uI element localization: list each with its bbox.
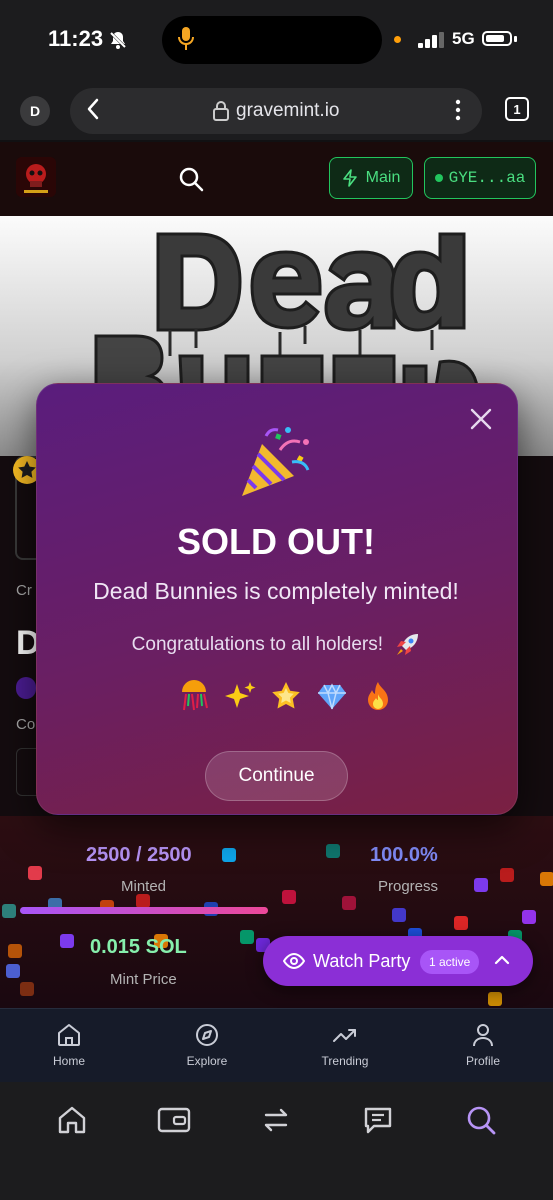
mint-price-value: 0.015 SOL bbox=[90, 936, 187, 958]
browser-search-icon[interactable] bbox=[465, 1104, 497, 1136]
confetti-piece bbox=[136, 894, 150, 908]
confetti-piece bbox=[240, 930, 254, 944]
dynamic-island bbox=[162, 16, 382, 64]
skull-logo-icon bbox=[16, 157, 56, 197]
browser-toolbar bbox=[0, 1082, 553, 1200]
network-type: 5G bbox=[452, 29, 475, 48]
confetti-piece bbox=[326, 844, 340, 858]
confetti-piece bbox=[522, 910, 536, 924]
network-main-button[interactable]: Main bbox=[329, 157, 413, 199]
wallet-card-icon[interactable] bbox=[157, 1104, 191, 1136]
site-logo[interactable] bbox=[16, 157, 56, 197]
progress-label: Progress bbox=[378, 878, 439, 895]
sparkles-icon bbox=[225, 682, 256, 708]
trending-icon bbox=[333, 1029, 356, 1042]
battery-icon bbox=[482, 31, 512, 46]
modal-title: SOLD OUT! bbox=[177, 521, 375, 562]
glowing-star-icon bbox=[272, 682, 300, 709]
nav-explore-label: Explore bbox=[186, 1054, 228, 1068]
progress-value: 100.0% bbox=[370, 844, 438, 866]
search-icon[interactable] bbox=[178, 166, 204, 192]
swap-arrows-icon[interactable] bbox=[260, 1104, 292, 1136]
watch-party-badge: 1 active bbox=[420, 950, 480, 974]
party-popper-icon bbox=[242, 427, 310, 496]
browser-home-icon[interactable] bbox=[56, 1104, 88, 1136]
url-text[interactable]: gravemint.io bbox=[236, 100, 340, 122]
fire-icon bbox=[368, 682, 388, 710]
confetti-piece bbox=[6, 964, 20, 978]
home-icon bbox=[58, 1024, 80, 1046]
confetti-piece bbox=[20, 982, 34, 996]
network-main-label: Main bbox=[365, 169, 401, 186]
mint-price-label: Mint Price bbox=[110, 971, 177, 988]
tabs-button[interactable]: 1 bbox=[505, 97, 529, 121]
modal-congrats-line: Congratulations to all holders! bbox=[36, 632, 516, 658]
confetti-piece bbox=[28, 866, 42, 880]
confetti-piece bbox=[392, 908, 406, 922]
chevron-up-icon[interactable] bbox=[493, 951, 511, 969]
battery-tip bbox=[514, 36, 517, 42]
more-menu-icon[interactable] bbox=[450, 98, 466, 122]
confetti-piece bbox=[282, 890, 296, 904]
confetti-piece bbox=[540, 872, 553, 886]
confetti-piece bbox=[474, 878, 488, 892]
microphone-icon bbox=[178, 27, 194, 50]
confetti-piece bbox=[60, 934, 74, 948]
watch-party-label: Watch Party bbox=[313, 951, 411, 971]
bell-muted-icon bbox=[108, 30, 128, 50]
nav-home[interactable]: Home bbox=[24, 1022, 114, 1068]
progress-fill bbox=[20, 907, 268, 914]
nav-trending[interactable]: Trending bbox=[300, 1022, 390, 1068]
nav-trending-label: Trending bbox=[321, 1054, 369, 1068]
nav-home-label: Home bbox=[52, 1054, 85, 1068]
collection-label: Co bbox=[16, 716, 36, 733]
close-icon[interactable] bbox=[468, 406, 494, 432]
wallet-address: GYE...aa bbox=[448, 169, 526, 187]
continue-button[interactable]: Continue bbox=[205, 751, 348, 801]
confetti-piece bbox=[454, 916, 468, 930]
chat-icon[interactable] bbox=[362, 1104, 394, 1136]
gem-icon bbox=[318, 683, 346, 710]
compass-icon bbox=[196, 1024, 218, 1046]
wallet-status-dot bbox=[434, 174, 443, 182]
browser-profile-button[interactable]: D bbox=[20, 96, 50, 126]
wallet-button[interactable]: GYE...aa bbox=[424, 157, 536, 199]
modal-subtitle: Dead Bunnies is completely minted! bbox=[93, 578, 459, 604]
confetti-piece bbox=[222, 848, 236, 862]
emoji-row bbox=[178, 680, 394, 712]
nav-profile[interactable]: Profile bbox=[438, 1022, 528, 1068]
rocket-icon bbox=[397, 634, 419, 655]
chain-pill bbox=[16, 677, 36, 699]
confetti-ball-icon bbox=[182, 680, 208, 711]
modal-congrats-text: Congratulations to all holders! bbox=[131, 634, 384, 656]
status-time: 11:23 bbox=[48, 26, 104, 51]
site-header: Main GYE...aa bbox=[0, 142, 553, 216]
privacy-indicator bbox=[394, 36, 401, 43]
confetti-piece bbox=[500, 868, 514, 882]
confetti-piece bbox=[8, 944, 22, 958]
creator-label: Cr bbox=[16, 582, 32, 599]
minted-value: 2500 / 2500 bbox=[86, 844, 192, 866]
confetti-piece bbox=[488, 992, 502, 1006]
nav-profile-label: Profile bbox=[465, 1054, 500, 1068]
confetti-piece bbox=[2, 904, 16, 918]
back-arrow-icon[interactable] bbox=[86, 98, 100, 120]
nav-explore[interactable]: Explore bbox=[162, 1022, 252, 1068]
signal-icon bbox=[418, 32, 444, 48]
minted-label: Minted bbox=[121, 878, 167, 895]
user-icon bbox=[473, 1024, 493, 1047]
confetti-piece bbox=[342, 896, 356, 910]
lightning-icon bbox=[342, 169, 357, 187]
lock-icon bbox=[213, 101, 229, 121]
eye-icon bbox=[283, 952, 305, 970]
